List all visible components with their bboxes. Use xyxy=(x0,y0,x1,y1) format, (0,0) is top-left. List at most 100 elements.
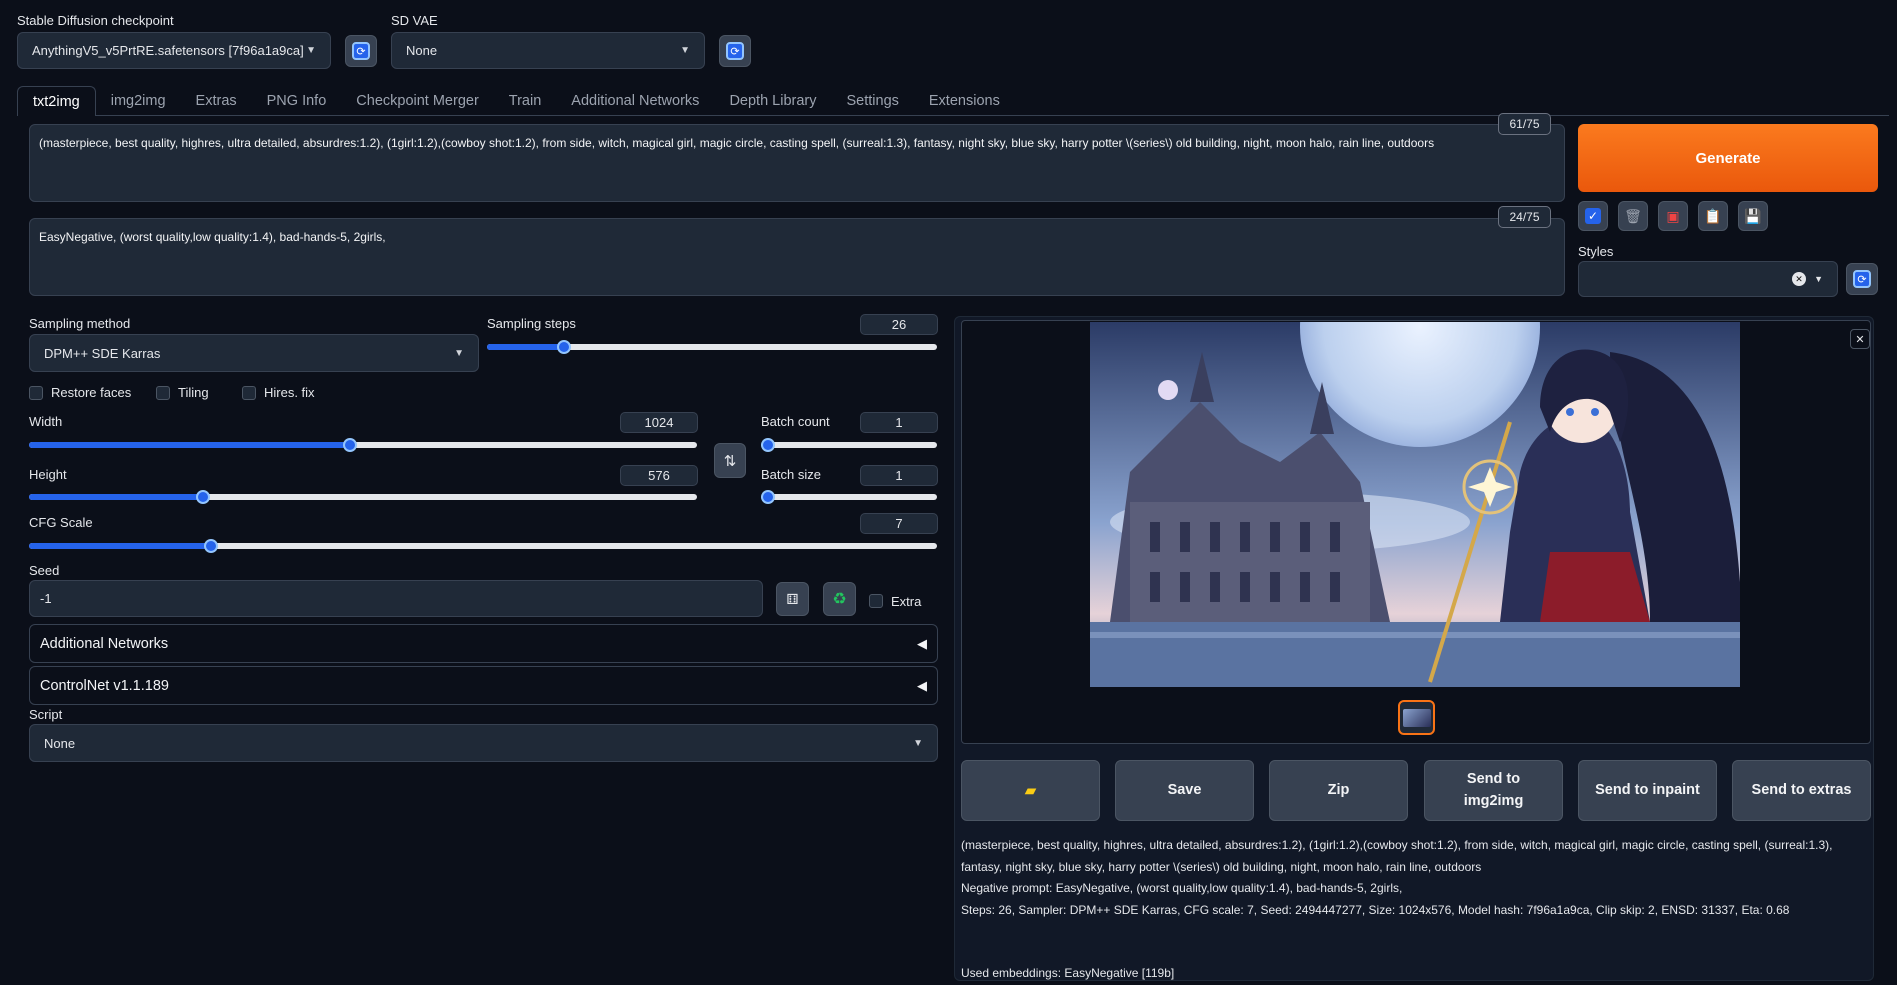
slider-fill xyxy=(29,442,350,448)
generate-button[interactable]: Generate xyxy=(1578,124,1878,192)
width-input[interactable]: 1024 xyxy=(620,412,698,433)
button-label-line1: Send to xyxy=(1466,770,1521,787)
swap-dimensions-button[interactable]: ⇅ xyxy=(714,443,746,478)
close-icon: ✕ xyxy=(1855,333,1865,346)
styles-dropdown[interactable]: ✕ ▼ xyxy=(1578,261,1838,297)
batch-count-slider[interactable] xyxy=(761,438,937,452)
collapse-triangle-icon: ◀ xyxy=(917,635,927,651)
tab-settings[interactable]: Settings xyxy=(831,86,913,116)
refresh-vae-button[interactable]: ⟳ xyxy=(719,35,751,67)
slider-handle[interactable] xyxy=(761,438,775,452)
send-to-extras-button[interactable]: Send to extras xyxy=(1732,760,1871,821)
chevron-down-icon: ▼ xyxy=(913,737,923,749)
cfg-scale-input[interactable]: 7 xyxy=(860,513,938,534)
gallery-thumbnail[interactable] xyxy=(1398,700,1435,735)
clear-icon[interactable]: ✕ xyxy=(1792,272,1807,286)
refresh-checkpoint-button[interactable]: ⟳ xyxy=(345,35,377,67)
vae-label: SD VAE xyxy=(391,13,438,28)
slider-handle[interactable] xyxy=(203,539,218,553)
slider-handle[interactable] xyxy=(195,490,210,504)
additional-networks-accordion[interactable]: Additional Networks ◀ xyxy=(29,624,938,663)
sampling-method-dropdown[interactable]: DPM++ SDE Karras ▼ xyxy=(29,334,479,372)
anime-witch-image xyxy=(1090,322,1740,687)
reuse-seed-button[interactable]: ♻ xyxy=(823,582,856,616)
tiling-checkbox[interactable] xyxy=(156,386,170,400)
script-value: None xyxy=(44,735,76,751)
send-to-inpaint-button[interactable]: Send to inpaint xyxy=(1578,760,1717,821)
tab-checkpoint-merger[interactable]: Checkpoint Merger xyxy=(341,86,494,116)
save-style-button[interactable]: 💾 xyxy=(1738,201,1768,231)
trash-icon: 🗑 xyxy=(1624,207,1642,224)
hires-fix-checkbox[interactable] xyxy=(242,386,256,400)
tab-txt2img[interactable]: txt2img xyxy=(17,86,96,116)
tab-png-info[interactable]: PNG Info xyxy=(252,86,342,116)
tab-extensions[interactable]: Extensions xyxy=(914,86,1015,116)
show-extra-networks-button[interactable]: ✓ xyxy=(1578,201,1608,231)
tab-img2img[interactable]: img2img xyxy=(96,86,181,116)
floppy-icon: 💾 xyxy=(1744,207,1762,224)
apply-style-button[interactable]: 📋 xyxy=(1698,201,1728,231)
chevron-down-icon: ▼ xyxy=(1814,274,1823,284)
info-prompt-line-2: fantasy, night sky, blue sky, harry pott… xyxy=(961,859,1482,874)
tab-depth-library[interactable]: Depth Library xyxy=(714,86,831,116)
clear-prompt-button[interactable]: 🗑 xyxy=(1618,201,1648,231)
send-to-img2img-button[interactable]: Send to img2img xyxy=(1424,760,1563,821)
dice-icon: ⚅ xyxy=(786,590,799,607)
vae-dropdown[interactable]: None ▼ xyxy=(391,32,705,69)
generation-info: (masterpiece, best quality, highres, ult… xyxy=(961,835,1871,921)
zip-button[interactable]: Zip xyxy=(1269,760,1408,821)
sampling-method-label: Sampling method xyxy=(29,316,131,331)
checkpoint-dropdown[interactable]: AnythingV5_v5PrtRE.safetensors [7f96a1a9… xyxy=(17,32,331,69)
accordion-title: ControlNet v1.1.189 xyxy=(40,677,169,694)
restore-faces-checkbox[interactable] xyxy=(29,386,43,400)
controlnet-accordion[interactable]: ControlNet v1.1.189 ◀ xyxy=(29,666,938,705)
refresh-icon: ⟳ xyxy=(1853,270,1871,288)
generated-image[interactable] xyxy=(1090,322,1740,687)
random-seed-button[interactable]: ⚅ xyxy=(776,582,809,616)
width-slider[interactable] xyxy=(29,438,697,452)
slider-handle[interactable] xyxy=(556,340,571,354)
save-button[interactable]: Save xyxy=(1115,760,1254,821)
chevron-down-icon: ▼ xyxy=(306,45,316,56)
thumbnail-image xyxy=(1402,708,1431,727)
vae-value: None xyxy=(406,43,438,58)
checkpoint-label: Stable Diffusion checkpoint xyxy=(17,13,174,28)
batch-size-input[interactable]: 1 xyxy=(860,465,938,486)
cfg-scale-slider[interactable] xyxy=(29,539,937,553)
sampling-method-value: DPM++ SDE Karras xyxy=(44,345,161,361)
slider-handle[interactable] xyxy=(761,490,775,504)
negative-prompt-input[interactable]: EasyNegative, (worst quality,low quality… xyxy=(29,218,1565,296)
seed-label: Seed xyxy=(29,563,60,578)
info-prompt-line-1: (masterpiece, best quality, highres, ult… xyxy=(961,838,1833,852)
extra-seed-checkbox[interactable] xyxy=(869,594,883,608)
tab-additional-networks[interactable]: Additional Networks xyxy=(556,86,714,116)
card-icon: ▣ xyxy=(1666,207,1680,224)
refresh-icon: ⟳ xyxy=(352,42,370,60)
batch-size-label: Batch size xyxy=(761,467,821,482)
batch-size-slider[interactable] xyxy=(761,490,937,504)
slider-handle[interactable] xyxy=(342,438,357,452)
sampling-steps-slider[interactable] xyxy=(487,340,937,354)
info-parameters: Steps: 26, Sampler: DPM++ SDE Karras, CF… xyxy=(961,902,1790,917)
width-label: Width xyxy=(29,414,63,429)
close-image-button[interactable]: ✕ xyxy=(1850,329,1870,349)
tiling-label: Tiling xyxy=(178,385,209,400)
prompt-token-counter: 61/75 xyxy=(1498,113,1551,135)
seed-input[interactable]: -1 xyxy=(29,580,763,617)
tab-bar: txt2img img2img Extras PNG Info Checkpoi… xyxy=(17,86,1015,116)
extra-seed-label: Extra xyxy=(891,594,922,609)
chevron-down-icon: ▼ xyxy=(680,45,690,56)
tab-train[interactable]: Train xyxy=(494,86,557,116)
height-input[interactable]: 576 xyxy=(620,465,698,486)
prompt-input[interactable]: (masterpiece, best quality, highres, ult… xyxy=(29,124,1565,202)
folder-icon: ▰ xyxy=(1025,782,1036,798)
refresh-styles-button[interactable]: ⟳ xyxy=(1846,263,1878,295)
sampling-steps-input[interactable]: 26 xyxy=(860,314,938,335)
batch-count-input[interactable]: 1 xyxy=(860,412,938,433)
slider-fill xyxy=(29,543,211,549)
tab-extras[interactable]: Extras xyxy=(181,86,252,116)
script-dropdown[interactable]: None ▼ xyxy=(29,724,938,762)
open-folder-button[interactable]: ▰ xyxy=(961,760,1100,821)
height-slider[interactable] xyxy=(29,490,697,504)
read-params-button[interactable]: ▣ xyxy=(1658,201,1688,231)
